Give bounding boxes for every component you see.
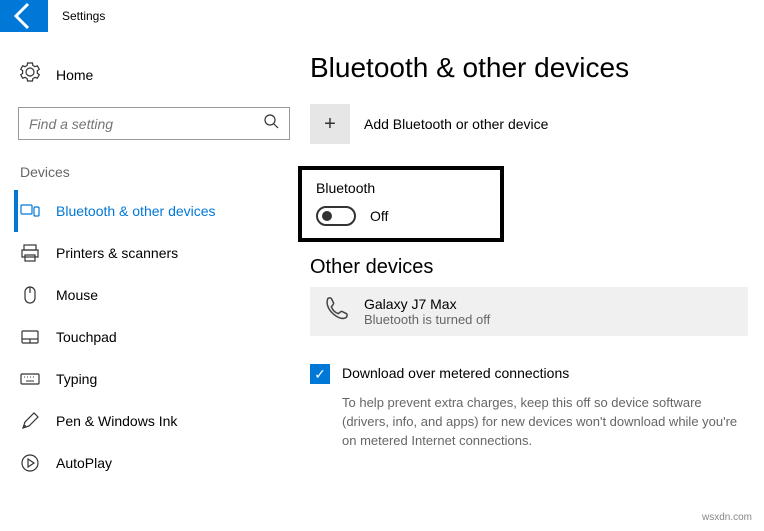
touchpad-icon [20, 327, 40, 347]
sidebar-item-label: Mouse [56, 287, 98, 303]
bluetooth-label: Bluetooth [316, 180, 490, 196]
sidebar-item-typing[interactable]: Typing [14, 358, 310, 400]
device-name: Galaxy J7 Max [364, 296, 490, 312]
toggle-knob [322, 211, 332, 221]
window-title: Settings [62, 9, 105, 23]
sidebar-item-printers[interactable]: Printers & scanners [14, 232, 310, 274]
other-devices-heading: Other devices [310, 256, 748, 279]
main-panel: Bluetooth & other devices + Add Bluetoot… [310, 52, 764, 484]
sidebar-item-mouse[interactable]: Mouse [14, 274, 310, 316]
bluetooth-highlight-box: Bluetooth Off [298, 166, 504, 242]
sidebar-item-touchpad[interactable]: Touchpad [14, 316, 310, 358]
mouse-icon [20, 285, 40, 305]
search-field[interactable] [29, 116, 263, 132]
page-title: Bluetooth & other devices [310, 52, 748, 84]
sidebar-item-label: Pen & Windows Ink [56, 413, 177, 429]
add-device-label: Add Bluetooth or other device [364, 116, 548, 132]
metered-checkbox[interactable]: ✓ [310, 364, 330, 384]
sidebar: Home Devices Bluetooth & other devices P… [0, 52, 310, 484]
add-device-button[interactable]: + Add Bluetooth or other device [310, 104, 748, 144]
titlebar: Settings [0, 0, 764, 32]
home-button[interactable]: Home [14, 52, 310, 97]
pen-icon [20, 411, 40, 431]
watermark: wsxdn.com [702, 512, 752, 523]
sidebar-item-autoplay[interactable]: AutoPlay [14, 442, 310, 484]
device-status: Bluetooth is turned off [364, 312, 490, 327]
metered-description: To help prevent extra charges, keep this… [342, 394, 748, 451]
bluetooth-state: Off [370, 208, 388, 224]
sidebar-item-label: Typing [56, 371, 97, 387]
printer-icon [20, 243, 40, 263]
sidebar-item-label: Bluetooth & other devices [56, 203, 216, 219]
sidebar-item-label: AutoPlay [56, 455, 112, 471]
back-button[interactable] [0, 0, 48, 32]
phone-icon [322, 295, 350, 328]
home-label: Home [56, 67, 93, 83]
sidebar-item-pen[interactable]: Pen & Windows Ink [14, 400, 310, 442]
plus-icon: + [310, 104, 350, 144]
bluetooth-toggle[interactable] [316, 206, 356, 226]
device-item[interactable]: Galaxy J7 Max Bluetooth is turned off [310, 287, 748, 336]
keyboard-icon [20, 369, 40, 389]
gear-icon [20, 62, 40, 87]
sidebar-item-label: Printers & scanners [56, 245, 178, 261]
sidebar-item-label: Touchpad [56, 329, 117, 345]
search-icon [263, 113, 279, 134]
sidebar-item-bluetooth[interactable]: Bluetooth & other devices [14, 190, 310, 232]
section-label: Devices [14, 156, 310, 190]
autoplay-icon [20, 453, 40, 473]
search-input[interactable] [18, 107, 290, 140]
devices-icon [20, 201, 40, 221]
metered-label: Download over metered connections [342, 364, 569, 381]
